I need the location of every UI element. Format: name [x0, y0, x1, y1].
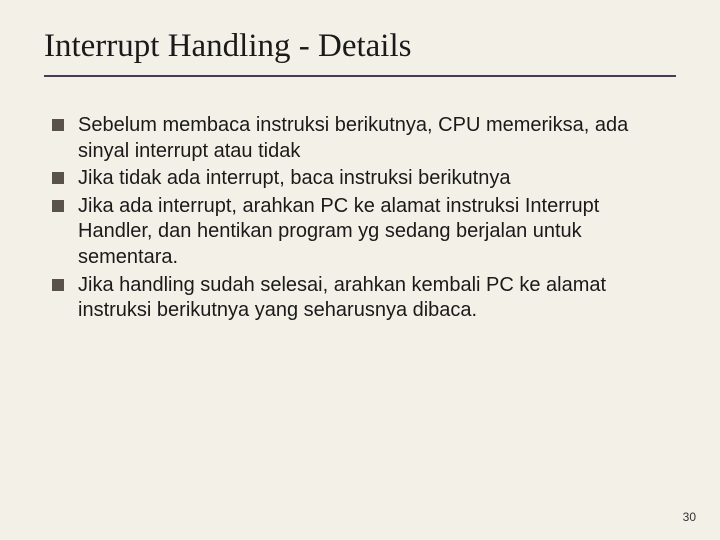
list-item: Jika tidak ada interrupt, baca instruksi… [52, 166, 676, 192]
slide-title: Interrupt Handling - Details [44, 28, 676, 77]
list-item: Jika handling sudah selesai, arahkan kem… [52, 273, 676, 324]
list-item: Jika ada interrupt, arahkan PC ke alamat… [52, 194, 676, 271]
slide: Interrupt Handling - Details Sebelum mem… [0, 0, 720, 540]
page-number: 30 [683, 510, 696, 524]
bullet-list: Sebelum membaca instruksi berikutnya, CP… [44, 113, 676, 324]
list-item: Sebelum membaca instruksi berikutnya, CP… [52, 113, 676, 164]
